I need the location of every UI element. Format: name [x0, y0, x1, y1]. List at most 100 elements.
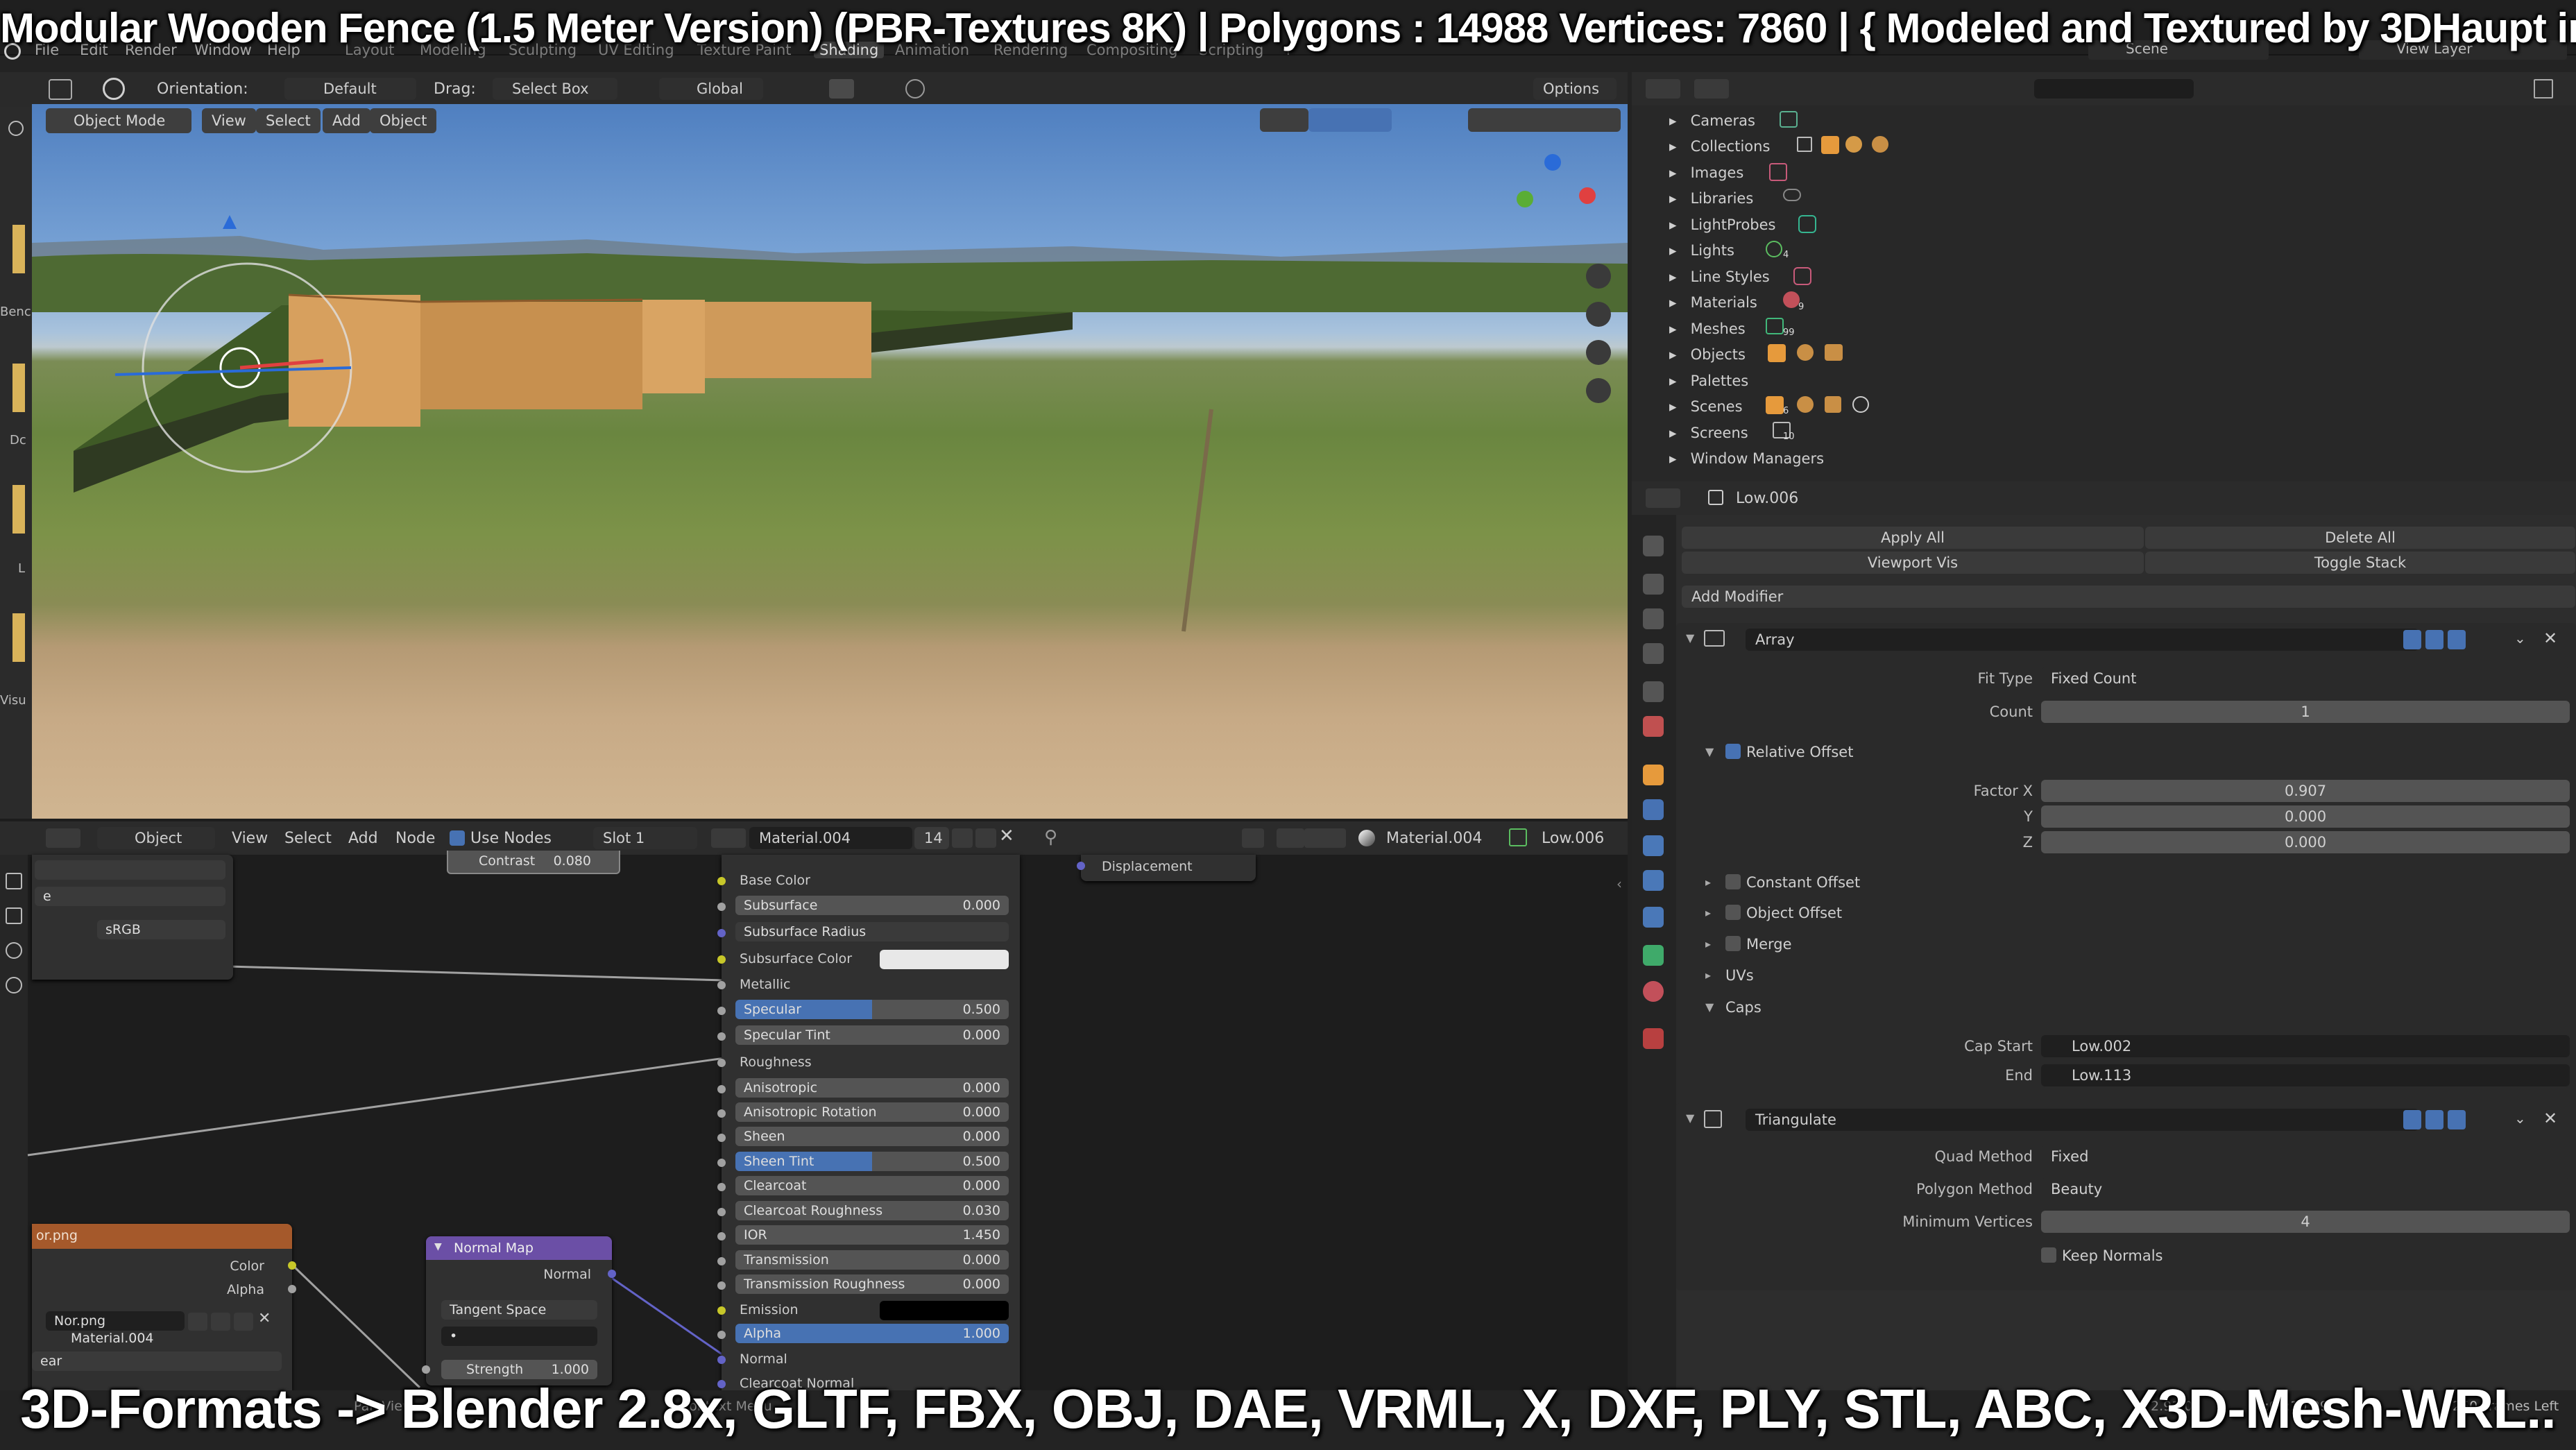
- normal-map-node[interactable]: ▼ Normal Map Normal Tangent Space • Stre…: [422, 1236, 616, 1385]
- object-menu[interactable]: Object: [370, 108, 437, 133]
- particles-tab-icon[interactable]: [1643, 835, 1664, 856]
- triangulate-menu-icon[interactable]: ⌄: [2514, 1110, 2526, 1127]
- transform-orientation-dropdown[interactable]: Global: [659, 78, 763, 100]
- triangulate-render-icon[interactable]: [2448, 1110, 2466, 1129]
- principled-bsdf-node[interactable]: Base Color Subsurface 0.000 Subsurface Radi…: [717, 855, 1020, 1391]
- bsdf-clearcoat-field[interactable]: Clearcoat 0.000: [735, 1176, 1009, 1195]
- normal-output-socket[interactable]: [608, 1270, 616, 1278]
- quad-method-dropdown[interactable]: Fixed: [2041, 1145, 2570, 1168]
- image-color-socket[interactable]: [288, 1261, 296, 1270]
- merge-expand-icon[interactable]: ▸: [1705, 937, 1711, 950]
- strength-field[interactable]: Strength 1.000: [441, 1360, 597, 1379]
- tool-settings-tab-icon[interactable]: [1643, 536, 1664, 556]
- outliner-item-lightprobes[interactable]: ▸ LightProbes: [1669, 216, 1776, 233]
- drag-dropdown[interactable]: Select Box: [493, 78, 617, 100]
- caps-label[interactable]: Caps: [1725, 999, 1762, 1016]
- select-menu[interactable]: Select: [256, 108, 321, 133]
- image-texture-node-top[interactable]: neare sRGB: [32, 855, 233, 980]
- bsdf-input-socket[interactable]: [717, 1159, 726, 1167]
- outliner-item-lights[interactable]: ▸ Lights: [1669, 242, 1734, 259]
- min-vertices-field[interactable]: 4: [2041, 1211, 2570, 1233]
- relative-offset-collapse-icon[interactable]: ▼: [1705, 745, 1714, 758]
- factor-z-field[interactable]: 0.000: [2041, 831, 2570, 853]
- array-viewport-icon[interactable]: [2425, 630, 2443, 649]
- add-menu[interactable]: Add: [323, 108, 370, 133]
- triangulate-viewport-icon[interactable]: [2425, 1110, 2443, 1129]
- outliner-search-input[interactable]: [2034, 79, 2194, 99]
- triangulate-edit-mode-icon[interactable]: [2403, 1110, 2421, 1129]
- caps-collapse-icon[interactable]: ▼: [1705, 1000, 1714, 1014]
- bsdf-input-socket[interactable]: [717, 1232, 726, 1240]
- outliner-item-cameras[interactable]: ▸ Cameras: [1669, 112, 1755, 129]
- object-offset-checkbox[interactable]: [1725, 905, 1741, 920]
- bsdf-input-socket[interactable]: [717, 1059, 726, 1067]
- bsdf-input-socket[interactable]: [717, 877, 726, 885]
- cap-start-field[interactable]: Low.002: [2041, 1035, 2570, 1057]
- uv-map-field[interactable]: •: [441, 1327, 597, 1346]
- tool-swatch-4[interactable]: [12, 613, 25, 662]
- constant-offset-checkbox[interactable]: [1725, 874, 1741, 889]
- bsdf-emission-swatch[interactable]: [880, 1301, 1009, 1320]
- zoom-icon[interactable]: [1586, 264, 1611, 289]
- keep-normals-checkbox[interactable]: [2041, 1247, 2056, 1263]
- factor-x-field[interactable]: 0.907: [2041, 780, 2570, 802]
- uvs-label[interactable]: UVs: [1725, 967, 1754, 984]
- physics-tab-icon[interactable]: [1643, 870, 1664, 891]
- 3d-viewport[interactable]: Object Mode View Select Add Object: [32, 104, 1628, 819]
- tangent-space-dropdown[interactable]: Tangent Space: [441, 1300, 597, 1320]
- pan-hand-icon[interactable]: [1586, 302, 1611, 327]
- outliner-item-palettes[interactable]: ▸ Palettes: [1669, 373, 1748, 389]
- orientation-dropdown[interactable]: Default: [284, 78, 416, 100]
- apply-all-button[interactable]: Apply All: [1682, 527, 2144, 549]
- camera-view-icon[interactable]: [1586, 340, 1611, 365]
- bsdf-input-socket[interactable]: [717, 1331, 726, 1339]
- bsdf-subsurface-color-swatch[interactable]: [880, 950, 1009, 969]
- uvs-expand-icon[interactable]: ▸: [1705, 969, 1711, 982]
- bsdf-input-socket[interactable]: [717, 1257, 726, 1265]
- bsdf-input-socket[interactable]: [717, 1356, 726, 1364]
- bsdf-input-socket[interactable]: [717, 1306, 726, 1315]
- snap-icon[interactable]: [829, 79, 854, 99]
- bsdf-alpha-field[interactable]: Alpha 1.000: [735, 1324, 1009, 1343]
- toggle-stack-button[interactable]: Toggle Stack: [2145, 552, 2575, 574]
- view-menu[interactable]: View: [202, 108, 256, 133]
- outliner-item-images[interactable]: ▸ Images: [1669, 164, 1743, 181]
- add-modifier-dropdown[interactable]: Add Modifier: [1682, 586, 2575, 608]
- world-tab-icon[interactable]: [1643, 716, 1664, 737]
- bsdf-input-socket[interactable]: [717, 903, 726, 911]
- fit-type-dropdown[interactable]: Fixed Count: [2041, 667, 2570, 690]
- axis-x-icon[interactable]: [1579, 187, 1596, 204]
- bsdf-specular-field[interactable]: Specular 0.500: [735, 1000, 1009, 1019]
- count-field[interactable]: 1: [2041, 701, 2570, 723]
- bsdf-transmission-field[interactable]: Transmission 0.000: [735, 1250, 1009, 1270]
- transform-pivot-icon[interactable]: [103, 78, 125, 100]
- outliner-item-screens[interactable]: ▸ Screens: [1669, 425, 1748, 441]
- texture-tab-icon[interactable]: [1643, 1028, 1664, 1049]
- colorspace-dropdown[interactable]: sRGB: [97, 920, 225, 939]
- merge-checkbox[interactable]: [1725, 936, 1741, 951]
- array-remove-icon[interactable]: ✕: [2543, 629, 2557, 648]
- viewport-vis-button[interactable]: Viewport Vis: [1682, 552, 2144, 574]
- bsdf-input-socket[interactable]: [717, 1183, 726, 1191]
- triangulate-remove-icon[interactable]: ✕: [2543, 1109, 2557, 1128]
- strength-input-socket[interactable]: [422, 1365, 430, 1374]
- image-texture-node-bottom[interactable]: or.png Color Alpha Nor.png ✕ Material.00…: [32, 1224, 296, 1390]
- cursor-tool-icon[interactable]: [8, 121, 24, 136]
- delete-all-button[interactable]: Delete All: [2145, 527, 2575, 549]
- scene-tab-icon[interactable]: [1643, 681, 1664, 702]
- interp-dropdown-top[interactable]: [35, 860, 225, 880]
- bsdf-subsurface-radius-field[interactable]: Subsurface Radius: [735, 922, 1009, 941]
- constraints-tab-icon[interactable]: [1643, 907, 1664, 928]
- bsdf-anisotropic-field[interactable]: Anisotropic 0.000: [735, 1078, 1009, 1098]
- ortho-grid-icon[interactable]: [1586, 378, 1611, 403]
- bsdf-input-socket[interactable]: [717, 955, 726, 964]
- viewport-shading-buttons[interactable]: [1468, 108, 1621, 132]
- output-tab-icon[interactable]: [1643, 608, 1664, 629]
- bsdf-clearcoat-roughness-field[interactable]: Clearcoat Roughness 0.030: [735, 1201, 1009, 1220]
- bsdf-input-socket[interactable]: [717, 1085, 726, 1093]
- image-duplicate-icon[interactable]: [211, 1313, 230, 1331]
- modifier-tab-icon[interactable]: [1643, 799, 1664, 820]
- bsdf-input-socket[interactable]: [717, 1281, 726, 1290]
- image-alpha-socket[interactable]: [288, 1285, 296, 1293]
- outliner-item-meshes[interactable]: ▸ Meshes: [1669, 321, 1746, 337]
